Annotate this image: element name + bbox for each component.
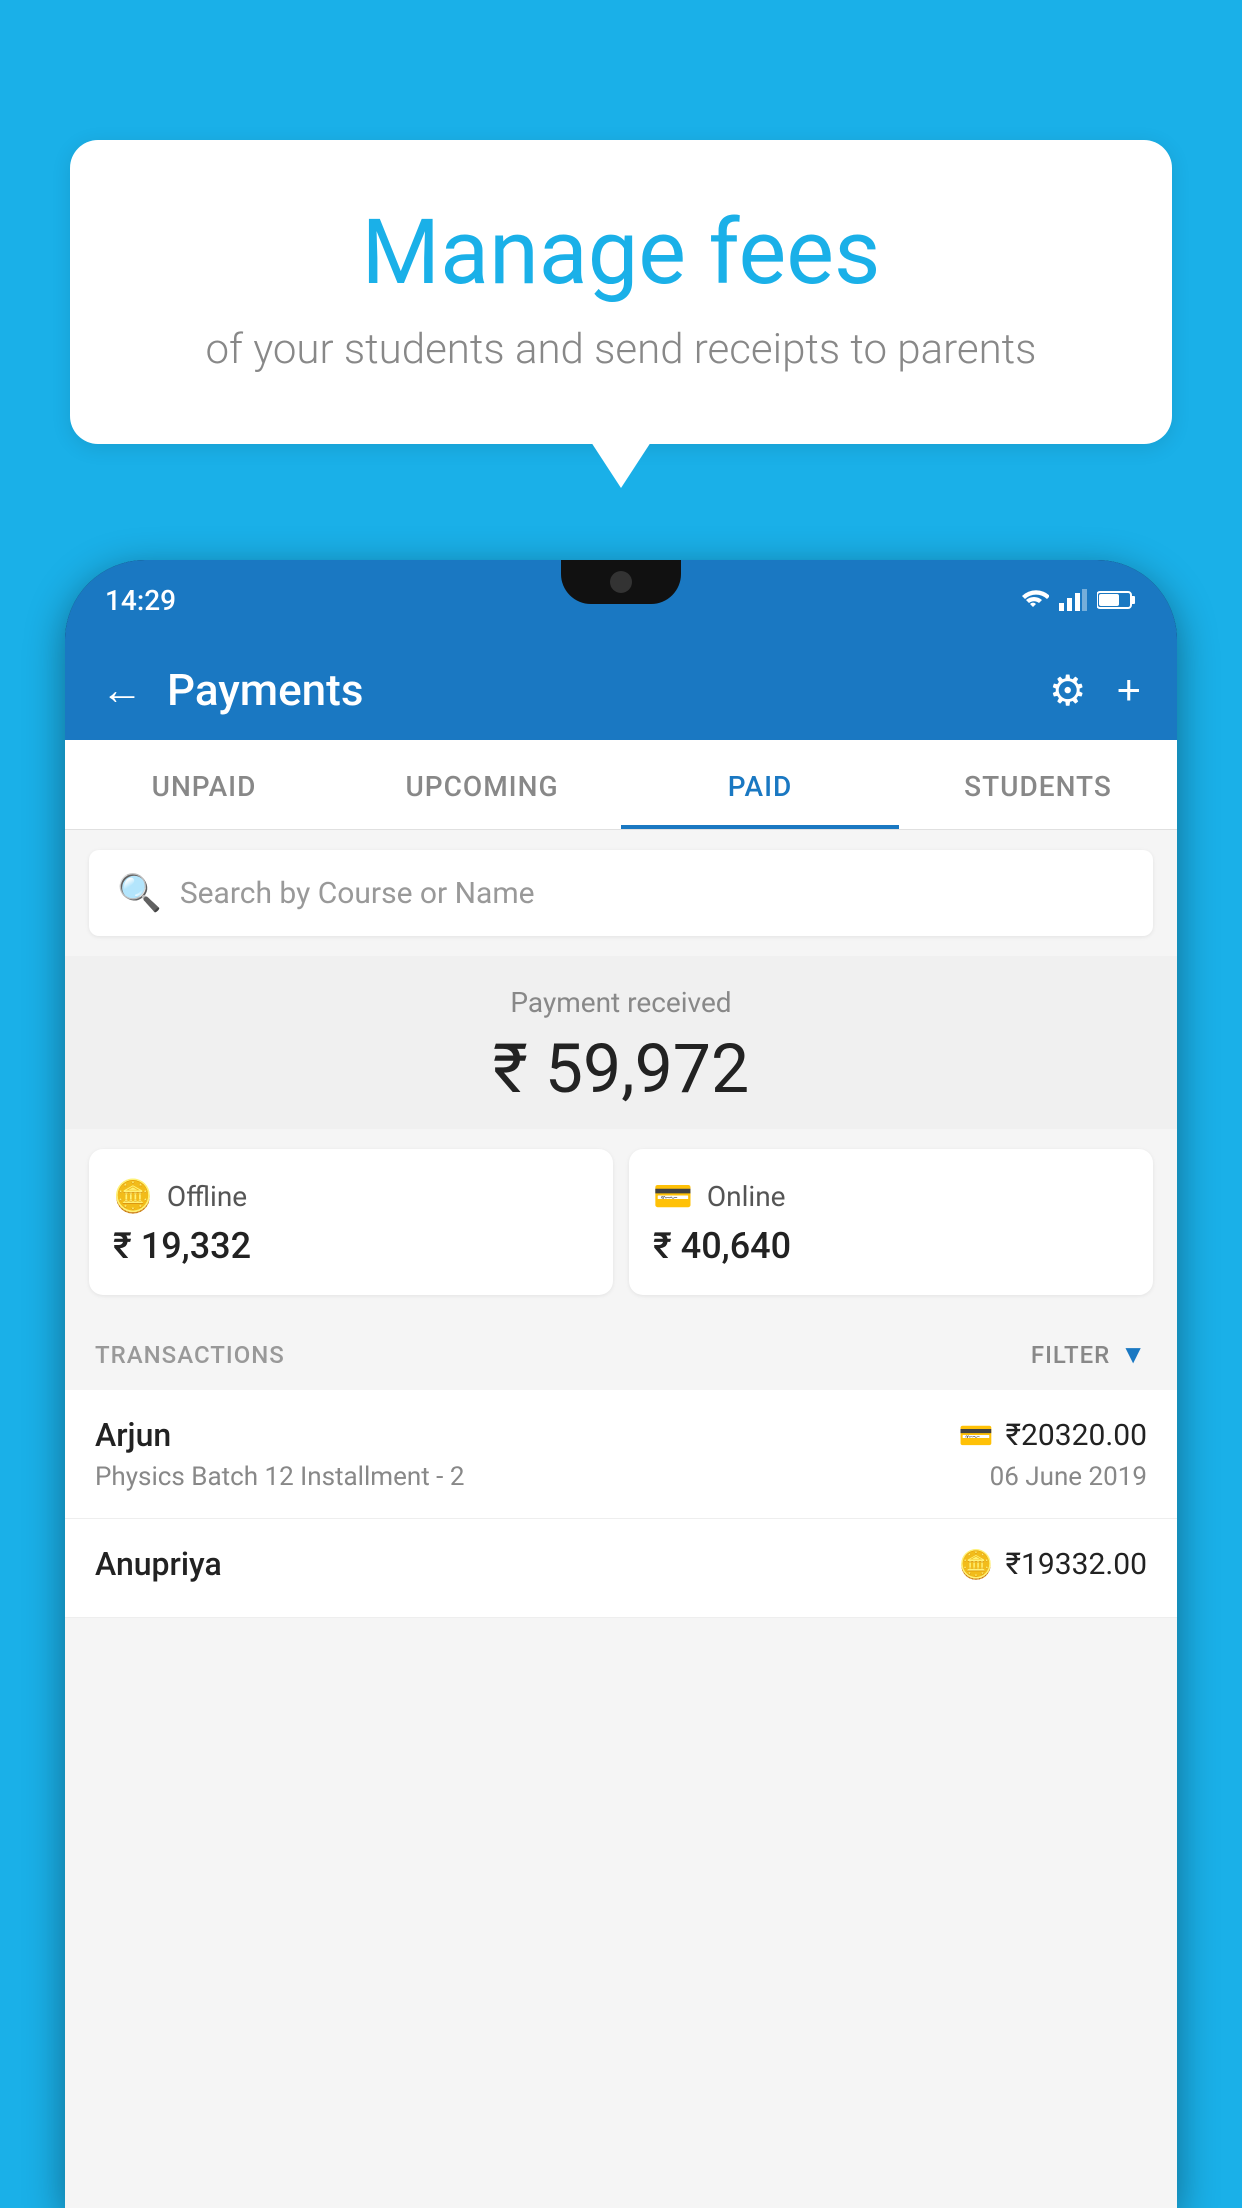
page-title: Payments	[167, 664, 1049, 716]
payment-summary: Payment received ₹ 59,972	[65, 956, 1177, 1129]
add-button[interactable]: +	[1116, 666, 1141, 714]
offline-amount: ₹ 19,332	[113, 1225, 589, 1267]
online-amount: ₹ 40,640	[653, 1225, 1129, 1267]
transaction-course: Physics Batch 12 Installment - 2	[95, 1462, 464, 1492]
signal-icon	[1059, 589, 1087, 611]
bubble-subtitle: of your students and send receipts to pa…	[120, 325, 1122, 374]
payment-total-amount: ₹ 59,972	[65, 1029, 1177, 1109]
back-button[interactable]: ←	[101, 666, 143, 715]
header-actions: ⚙ +	[1049, 666, 1141, 715]
offline-icon: 🪙	[113, 1177, 153, 1215]
transactions-header: TRANSACTIONS FILTER ▼	[65, 1315, 1177, 1390]
battery-icon	[1097, 590, 1137, 610]
search-input[interactable]: Search by Course or Name	[180, 876, 535, 911]
phone-notch	[561, 560, 681, 604]
payment-cards: 🪙 Offline ₹ 19,332 💳 Online ₹ 40,640	[65, 1129, 1177, 1315]
transaction-name: Arjun	[95, 1416, 171, 1454]
table-row[interactable]: Anupriya 🪙 ₹19332.00	[65, 1519, 1177, 1618]
wifi-icon	[1017, 589, 1049, 611]
status-time: 14:29	[105, 584, 176, 617]
transaction-date: 06 June 2019	[990, 1462, 1147, 1492]
tabs: UNPAID UPCOMING PAID STUDENTS	[65, 740, 1177, 830]
transaction-amount-wrap: 💳 ₹20320.00	[959, 1418, 1147, 1453]
search-icon: 🔍	[117, 872, 162, 914]
online-label: Online	[707, 1180, 786, 1213]
offline-payment-card: 🪙 Offline ₹ 19,332	[89, 1149, 613, 1295]
online-payment-card: 💳 Online ₹ 40,640	[629, 1149, 1153, 1295]
filter-button[interactable]: FILTER ▼	[1031, 1339, 1147, 1370]
table-row[interactable]: Arjun 💳 ₹20320.00 Physics Batch 12 Insta…	[65, 1390, 1177, 1519]
bubble-title: Manage fees	[120, 200, 1122, 305]
filter-label: FILTER	[1031, 1341, 1110, 1369]
phone-frame: 14:29 ← Payments ⚙ +	[65, 560, 1177, 2208]
transaction-top: Arjun 💳 ₹20320.00	[95, 1416, 1147, 1454]
payment-type-icon: 💳	[959, 1419, 994, 1452]
transaction-bottom: Physics Batch 12 Installment - 2 06 June…	[95, 1462, 1147, 1492]
speech-bubble: Manage fees of your students and send re…	[70, 140, 1172, 444]
transactions-label: TRANSACTIONS	[95, 1341, 285, 1369]
filter-icon: ▼	[1120, 1339, 1147, 1370]
payment-label: Payment received	[65, 986, 1177, 1019]
settings-button[interactable]: ⚙	[1049, 666, 1087, 715]
tab-unpaid[interactable]: UNPAID	[65, 740, 343, 829]
online-card-header: 💳 Online	[653, 1177, 1129, 1215]
payment-type-icon: 🪙	[959, 1548, 994, 1581]
tab-upcoming[interactable]: UPCOMING	[343, 740, 621, 829]
tab-paid[interactable]: PAID	[621, 740, 899, 829]
transaction-amount: ₹20320.00	[1006, 1418, 1147, 1453]
camera	[610, 571, 632, 593]
transaction-top: Anupriya 🪙 ₹19332.00	[95, 1545, 1147, 1583]
search-bar[interactable]: 🔍 Search by Course or Name	[89, 850, 1153, 936]
online-icon: 💳	[653, 1177, 693, 1215]
tab-students[interactable]: STUDENTS	[899, 740, 1177, 829]
transaction-name: Anupriya	[95, 1545, 222, 1583]
screen-content: 🔍 Search by Course or Name Payment recei…	[65, 830, 1177, 2208]
transaction-amount: ₹19332.00	[1006, 1547, 1147, 1582]
app-header: ← Payments ⚙ +	[65, 640, 1177, 740]
offline-label: Offline	[167, 1180, 247, 1213]
status-bar: 14:29	[65, 560, 1177, 640]
transaction-amount-wrap: 🪙 ₹19332.00	[959, 1547, 1147, 1582]
status-icons	[1017, 589, 1137, 611]
offline-card-header: 🪙 Offline	[113, 1177, 589, 1215]
